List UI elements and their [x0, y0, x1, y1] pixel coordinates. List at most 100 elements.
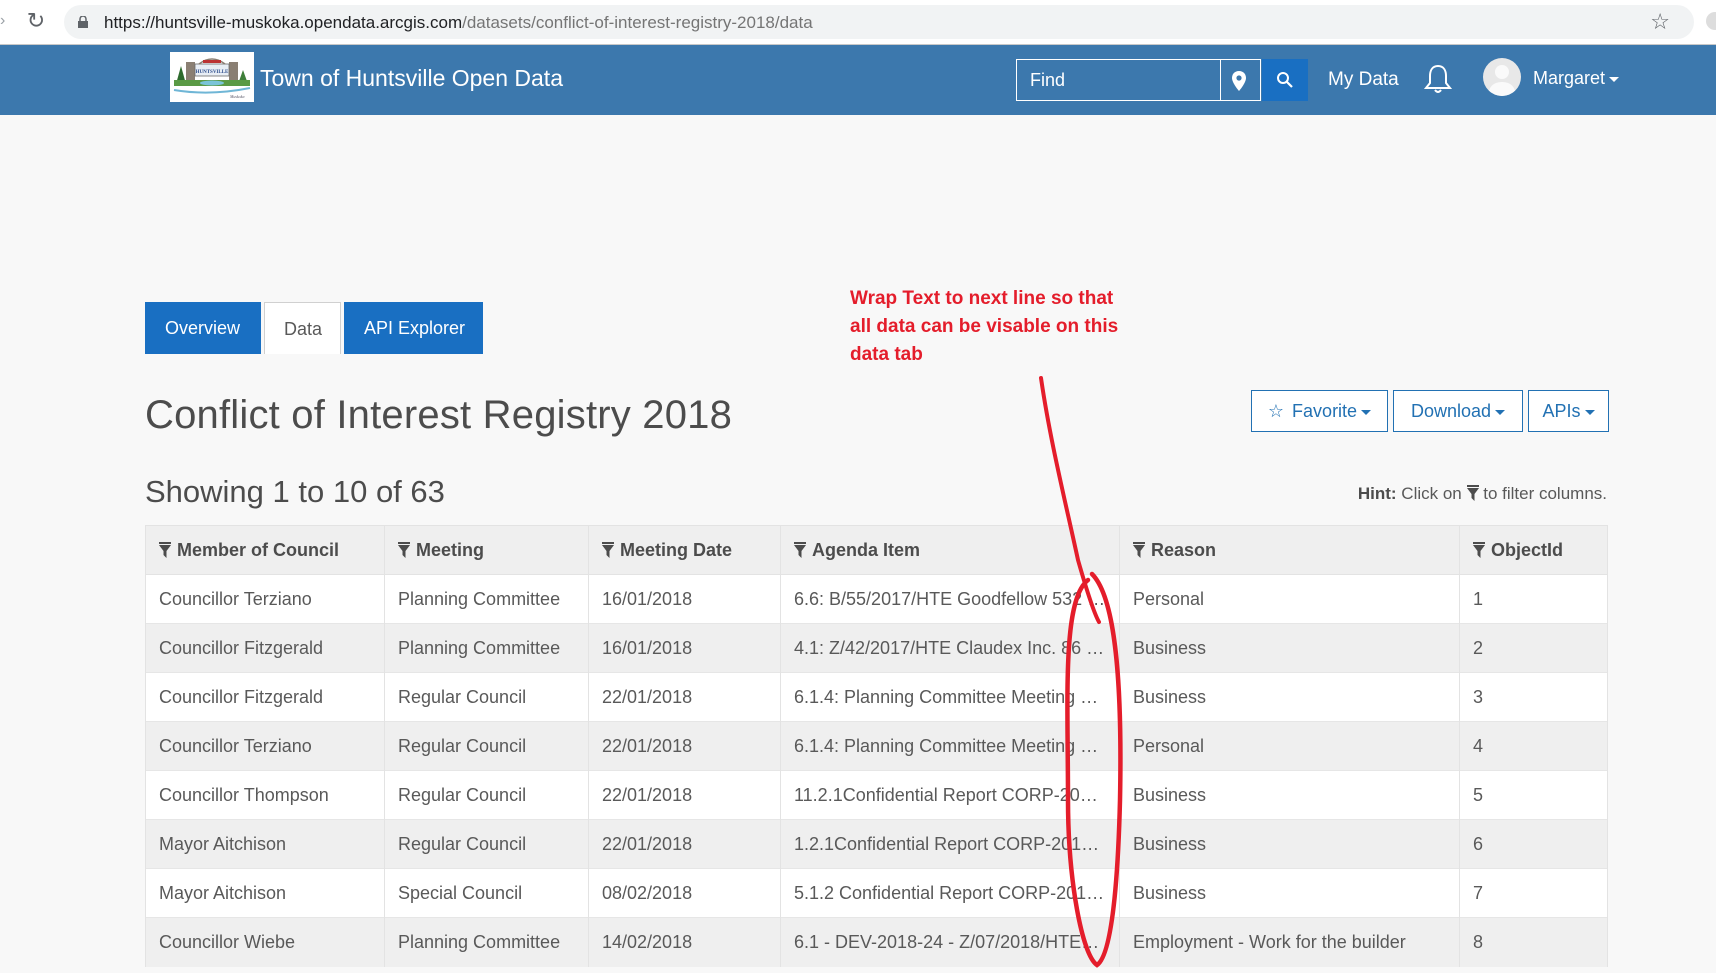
table-cell: Councillor Thompson — [145, 770, 385, 820]
table-header-row: Member of Council Meeting Meeting Date Agen… — [145, 525, 1608, 575]
column-header-label: Meeting — [416, 539, 485, 560]
table-cell: Regular Council — [384, 721, 589, 771]
column-header[interactable]: Meeting Date — [588, 525, 781, 575]
table-cell: Mayor Aitchison — [145, 819, 385, 869]
table-cell: Regular Council — [384, 672, 589, 722]
apis-button[interactable]: APIs — [1528, 390, 1609, 432]
table-cell: 16/01/2018 — [588, 574, 781, 624]
page-title: Conflict of Interest Registry 2018 — [145, 393, 733, 437]
table-cell: 6.1.4: Planning Committee Meeting … — [780, 721, 1120, 771]
table-cell: 08/02/2018 — [588, 868, 781, 918]
location-pin-icon[interactable] — [1227, 69, 1251, 93]
download-button[interactable]: Download — [1393, 390, 1523, 432]
table-cell: 5.1.2 Confidential Report CORP-201… — [780, 868, 1120, 918]
table-cell: 4 — [1459, 721, 1608, 771]
tab-api-explorer[interactable]: API Explorer — [344, 302, 483, 354]
table-cell: Business — [1119, 770, 1460, 820]
favorite-button[interactable]: ☆ Favorite — [1251, 390, 1388, 432]
table-cell: Business — [1119, 672, 1460, 722]
column-header[interactable]: Agenda Item — [780, 525, 1120, 575]
avatar-silhouette-icon — [1488, 65, 1516, 96]
filter-funnel-icon[interactable] — [398, 541, 410, 558]
search-input[interactable] — [1017, 60, 1221, 100]
svg-text:Muskoka: Muskoka — [229, 94, 244, 99]
table-row[interactable]: Councillor Fitzgerald Regular Council 22/0… — [145, 672, 1608, 722]
logo-image: HUNTSVILLE Muskoka — [173, 58, 251, 99]
svg-text:HUNTSVILLE: HUNTSVILLE — [196, 70, 229, 75]
browser-profile-icon[interactable] — [1706, 12, 1716, 30]
table-cell: Special Council — [384, 868, 589, 918]
table-cell: Regular Council — [384, 819, 589, 869]
hint-label: Hint: — [1357, 484, 1397, 503]
search-box — [1016, 59, 1261, 101]
column-header-label: ObjectId — [1491, 539, 1564, 560]
filter-funnel-icon[interactable] — [794, 541, 806, 558]
column-header-label: Reason — [1151, 539, 1217, 560]
table-cell: 1.2.1Confidential Report CORP-2018… — [780, 819, 1120, 869]
filter-funnel-icon[interactable] — [1133, 541, 1145, 558]
reload-icon[interactable]: ↻ — [24, 9, 48, 33]
table-cell: 22/01/2018 — [588, 819, 781, 869]
column-header[interactable]: Member of Council — [145, 525, 385, 575]
table-cell: Business — [1119, 623, 1460, 673]
column-header[interactable]: Meeting — [384, 525, 589, 575]
column-header-label: Member of Council — [177, 539, 340, 560]
annotation-note: Wrap Text to next line so that all data … — [850, 288, 1119, 365]
table-cell: 22/01/2018 — [588, 721, 781, 771]
tab-data[interactable]: Data — [264, 302, 341, 354]
hint-text-post: to filter columns. — [1483, 484, 1607, 503]
data-table: Member of Council Meeting Meeting Date Agen… — [145, 525, 1608, 967]
tab-overview[interactable]: Overview — [145, 302, 261, 354]
table-cell: Personal — [1119, 721, 1460, 771]
notifications-bell-icon[interactable] — [1423, 63, 1453, 95]
table-cell: Councillor Terziano — [145, 574, 385, 624]
table-cell: 6.1.4: Planning Committee Meeting … — [780, 672, 1120, 722]
browser-toolbar: › ↻ https://huntsville-muskoka.opendata.… — [0, 0, 1716, 45]
table-row[interactable]: Councillor Thompson Regular Council 22/01/… — [145, 770, 1608, 820]
search-button[interactable] — [1262, 59, 1308, 101]
table-cell: 6.6: B/55/2017/HTE Goodfellow 532 … — [780, 574, 1120, 624]
user-menu[interactable]: Margaret — [1533, 68, 1620, 89]
table-row[interactable]: Mayor Aitchison Regular Council 22/01/2018… — [145, 819, 1608, 869]
site-title[interactable]: Town of Huntsville Open Data — [260, 65, 563, 92]
table-cell: Planning Committee — [384, 574, 589, 624]
favorite-label: Favorite — [1292, 401, 1358, 421]
table-cell: 8 — [1459, 917, 1608, 967]
apis-label: APIs — [1542, 401, 1581, 421]
filter-funnel-icon[interactable] — [1473, 541, 1485, 558]
table-cell: 14/02/2018 — [588, 917, 781, 967]
table-row[interactable]: Mayor Aitchison Special Council 08/02/2018… — [145, 868, 1608, 918]
table-cell: 7 — [1459, 868, 1608, 918]
filter-hint: Hint: Click on to filter columns. — [1358, 484, 1607, 504]
bookmark-star-icon[interactable]: ☆ — [1650, 9, 1670, 35]
address-bar[interactable]: https://huntsville-muskoka.opendata.arcg… — [64, 5, 1694, 39]
table-row[interactable]: Councillor Terziano Planning Committee 16/… — [145, 574, 1608, 624]
table-cell: Councillor Wiebe — [145, 917, 385, 967]
chevron-down-icon — [1495, 409, 1506, 415]
table-cell: Business — [1119, 868, 1460, 918]
table-cell: 5 — [1459, 770, 1608, 820]
table-cell: Planning Committee — [384, 623, 589, 673]
table-row[interactable]: Councillor Fitzgerald Planning Committee 1… — [145, 623, 1608, 673]
table-cell: 11.2.1Confidential Report CORP-201… — [780, 770, 1120, 820]
table-row[interactable]: Councillor Terziano Regular Council 22/01/… — [145, 721, 1608, 771]
table-row[interactable]: Councillor Wiebe Planning Committee 14/02/… — [145, 917, 1608, 967]
filter-funnel-icon — [1466, 485, 1479, 501]
chevron-down-icon — [1584, 409, 1595, 415]
chevron-down-icon — [1361, 409, 1372, 415]
column-header[interactable]: ObjectId — [1459, 525, 1608, 575]
url-text[interactable]: https://huntsville-muskoka.opendata.arcg… — [104, 13, 813, 33]
forward-icon[interactable]: › — [0, 12, 10, 32]
search-icon — [1277, 72, 1293, 88]
dataset-actions: ☆ Favorite Download APIs — [1251, 390, 1609, 432]
dataset-tabs: Overview Data API Explorer — [145, 302, 486, 354]
column-header[interactable]: Reason — [1119, 525, 1460, 575]
filter-funnel-icon[interactable] — [159, 541, 171, 558]
table-cell: 3 — [1459, 672, 1608, 722]
download-label: Download — [1410, 401, 1492, 421]
user-avatar[interactable] — [1483, 58, 1521, 96]
filter-funnel-icon[interactable] — [602, 541, 614, 558]
town-logo[interactable]: HUNTSVILLE Muskoka — [170, 52, 254, 102]
site-header: HUNTSVILLE Muskoka Town of Huntsville Op… — [0, 45, 1716, 115]
my-data-link[interactable]: My Data — [1328, 69, 1399, 91]
